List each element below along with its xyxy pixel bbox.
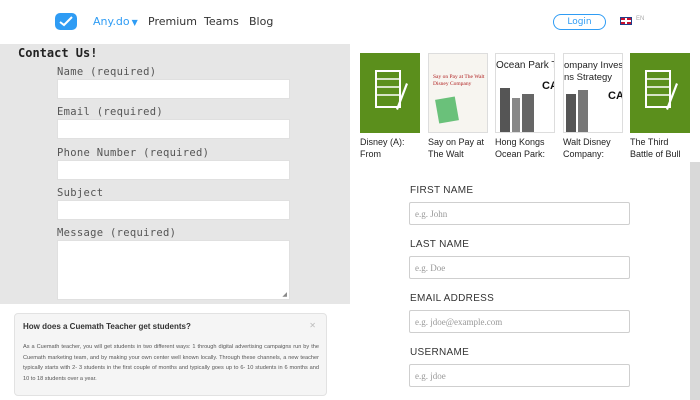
message-field[interactable]: ◢ (57, 240, 290, 300)
skyline-shape (500, 88, 510, 132)
skyline-shape (578, 90, 588, 132)
anydo-logo-icon[interactable] (55, 13, 77, 30)
email-label: Email (required) (57, 106, 163, 118)
book-cover-1[interactable] (360, 53, 420, 133)
contact-form-panel: Contact Us! Name (required) Email (requi… (0, 44, 350, 304)
notebook-pencil-icon (645, 70, 678, 110)
skyline-shape (522, 94, 534, 132)
message-label: Message (required) (57, 227, 177, 239)
phone-label: Phone Number (required) (57, 147, 210, 159)
name-field[interactable] (57, 79, 290, 99)
book-cover-4-badge: CA (608, 90, 623, 102)
subject-label: Subject (57, 187, 104, 199)
brand-dropdown[interactable]: Any.do ▼ (93, 15, 138, 28)
book-title-4[interactable]: Walt Disney Company: (563, 136, 625, 160)
username-input[interactable] (409, 364, 630, 387)
page: Any.do ▼ Premium Teams Blog Login EN Cont… (0, 0, 700, 400)
last-name-input[interactable] (409, 256, 630, 279)
email-address-input[interactable] (409, 310, 630, 333)
last-name-label: LAST NAME (410, 239, 470, 250)
book-cover-4-text: ompany Inves ns Strategy (564, 60, 623, 83)
language-label[interactable]: EN (636, 16, 644, 22)
book-illustration-icon (435, 96, 459, 124)
email-field[interactable] (57, 119, 290, 139)
book-cover-3[interactable]: Ocean Park Tal CA (495, 53, 555, 133)
phone-field[interactable] (57, 160, 290, 180)
signup-form: FIRST NAME LAST NAME EMAIL ADDRESS USERN… (352, 162, 700, 400)
uk-flag-icon[interactable] (620, 17, 632, 25)
book-title-2[interactable]: Say on Pay at The Walt (428, 136, 490, 160)
book-cover-5[interactable] (630, 53, 690, 133)
book-cover-3-text: Ocean Park Tal (496, 60, 554, 71)
resize-handle-icon[interactable]: ◢ (282, 291, 287, 298)
book-cover-2-text: Say on Pay at The Walt Disney Company (433, 74, 485, 87)
close-icon[interactable]: ✕ (309, 321, 316, 330)
book-carousel: Disney (A): From Say on Pay at The Walt … (352, 44, 700, 171)
username-label: USERNAME (410, 347, 470, 358)
book-cover-2[interactable]: Say on Pay at The Walt Disney Company (428, 53, 488, 133)
subject-field[interactable] (57, 200, 290, 220)
book-cover-4[interactable]: ompany Inves ns Strategy CA (563, 53, 623, 133)
contact-title: Contact Us! (18, 46, 98, 60)
login-button[interactable]: Login (553, 14, 606, 30)
top-nav: Any.do ▼ Premium Teams Blog Login EN (0, 0, 700, 44)
book-title-1[interactable]: Disney (A): From (360, 136, 422, 160)
faq-answer: As a Cuemath teacher, you will get stude… (23, 344, 319, 382)
brand-label: Any.do (93, 15, 130, 28)
nav-link-teams[interactable]: Teams (204, 15, 239, 28)
notebook-pencil-icon (375, 70, 408, 110)
nav-link-premium[interactable]: Premium (148, 15, 197, 28)
scrollbar[interactable] (690, 162, 700, 400)
first-name-input[interactable] (409, 202, 630, 225)
name-label: Name (required) (57, 66, 157, 78)
book-title-3[interactable]: Hong Kongs Ocean Park: (495, 136, 557, 160)
skyline-shape (566, 94, 576, 132)
book-cover-3-badge: CA (542, 80, 554, 92)
skyline-shape (512, 98, 520, 132)
first-name-label: FIRST NAME (410, 185, 474, 196)
chevron-down-icon: ▼ (131, 18, 138, 27)
faq-card: How does a Cuemath Teacher get students?… (14, 313, 327, 396)
email-address-label: EMAIL ADDRESS (410, 293, 495, 304)
faq-question[interactable]: How does a Cuemath Teacher get students? (23, 322, 191, 331)
nav-link-blog[interactable]: Blog (249, 15, 273, 28)
